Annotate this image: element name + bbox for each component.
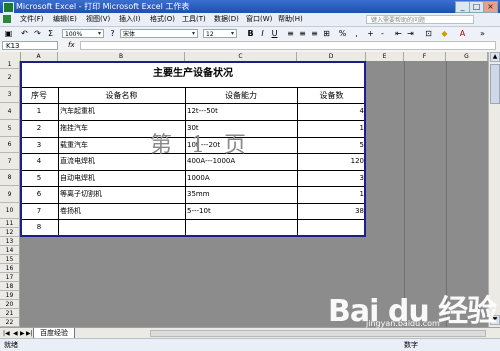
page-break-preview-area	[20, 237, 366, 327]
column-header-d[interactable]: D	[297, 52, 366, 61]
menu-insert[interactable]: 插入(I)	[119, 15, 141, 24]
row-header[interactable]: 20	[0, 300, 20, 309]
fill-color-icon[interactable]: ◆	[440, 29, 449, 38]
percent-icon[interactable]: %	[338, 29, 347, 38]
redo-icon[interactable]: ↷	[33, 29, 42, 38]
window-title: Microsoft Excel - 打印 Microsoft Excel 工作表	[16, 2, 190, 11]
menu-view[interactable]: 视图(V)	[86, 15, 110, 24]
fx-icon[interactable]: fx	[68, 41, 75, 49]
scrollbar-thumb[interactable]	[490, 64, 500, 104]
underline-icon[interactable]: U	[270, 29, 279, 38]
column-header-e[interactable]: E	[366, 52, 404, 61]
merge-center-icon[interactable]: ⊞	[322, 29, 331, 38]
chevron-down-icon: ▾	[191, 30, 195, 37]
column-header-f[interactable]: F	[404, 52, 446, 61]
align-left-icon[interactable]: ≡	[286, 29, 295, 38]
font-size-select[interactable]: 12 ▾	[203, 29, 237, 38]
italic-icon[interactable]: I	[258, 29, 267, 38]
status-bar: 就绪 数字	[0, 338, 500, 351]
prev-sheet-icon[interactable]: ◀	[13, 330, 18, 337]
font-value: 宋体	[123, 31, 136, 38]
borders-icon[interactable]: ⊡	[424, 29, 433, 38]
toolbar-options-icon[interactable]: »	[478, 29, 487, 38]
column-header-a[interactable]: A	[20, 52, 58, 61]
first-sheet-icon[interactable]: |◀	[3, 330, 10, 337]
decrease-decimal-icon[interactable]: -	[378, 29, 387, 38]
font-size-value: 12	[206, 31, 214, 38]
increase-decimal-icon[interactable]: +	[366, 29, 375, 38]
row-header[interactable]: 11	[0, 219, 20, 228]
name-box[interactable]: K13	[2, 41, 58, 50]
scroll-up-icon[interactable]: ▲	[490, 52, 500, 62]
row-header[interactable]: 6	[0, 137, 20, 153]
row-header[interactable]: 18	[0, 282, 20, 291]
comma-icon[interactable]: ,	[352, 29, 361, 38]
row-header[interactable]: 10	[0, 203, 20, 219]
font-color-icon[interactable]: A	[458, 29, 467, 38]
status-num: 数字	[404, 341, 418, 349]
row-header[interactable]: 12	[0, 228, 20, 237]
row-header[interactable]: 4	[0, 103, 20, 120]
row-header[interactable]: 19	[0, 291, 20, 300]
horizontal-scrollbar[interactable]	[150, 330, 486, 337]
row-header[interactable]: 17	[0, 273, 20, 282]
menu-tools[interactable]: 工具(T)	[182, 15, 206, 24]
column-header-b[interactable]: B	[58, 52, 185, 61]
row-header[interactable]: 14	[0, 246, 20, 255]
row-header[interactable]: 1	[0, 61, 20, 69]
row-header[interactable]: 13	[0, 237, 20, 246]
bold-icon[interactable]: B	[246, 29, 255, 38]
excel-app-icon[interactable]	[3, 2, 14, 13]
next-sheet-icon[interactable]: ▶	[20, 330, 25, 337]
row-header[interactable]: 9	[0, 186, 20, 203]
help-search-input[interactable]: 键入需要帮助的问题	[366, 15, 474, 24]
font-select[interactable]: 宋体 ▾	[120, 29, 198, 38]
menu-edit[interactable]: 编辑(E)	[53, 15, 77, 24]
minimize-button[interactable]: _	[455, 1, 470, 13]
menu-bar: 文件(F) 编辑(E) 视图(V) 插入(I) 格式(O) 工具(T) 数据(D…	[0, 13, 500, 27]
row-header[interactable]: 15	[0, 255, 20, 264]
column-header-c[interactable]: C	[185, 52, 297, 61]
row-header[interactable]: 22	[0, 318, 20, 327]
chevron-down-icon: ▾	[230, 30, 234, 37]
select-all-corner[interactable]	[0, 52, 21, 61]
zoom-value: 100%	[65, 31, 83, 38]
save-icon[interactable]: ▣	[4, 29, 13, 38]
menu-help[interactable]: 帮助(H)	[278, 15, 303, 24]
column-header-g[interactable]: G	[446, 52, 488, 61]
last-sheet-icon[interactable]: ▶|	[26, 330, 33, 337]
sum-icon[interactable]: Σ	[46, 29, 55, 38]
row-header[interactable]: 2	[0, 69, 20, 87]
row-header[interactable]: 3	[0, 87, 20, 103]
undo-icon[interactable]: ↶	[20, 29, 29, 38]
title-bar: Microsoft Excel - 打印 Microsoft Excel 工作表…	[0, 0, 500, 13]
row-header[interactable]: 7	[0, 153, 20, 170]
excel-doc-icon[interactable]	[3, 15, 11, 23]
baidu-jingyan-url: jingyan.baidu.com	[366, 319, 440, 328]
menu-format[interactable]: 格式(O)	[150, 15, 175, 24]
print-area-border	[20, 61, 366, 237]
decrease-indent-icon[interactable]: ⇤	[394, 29, 403, 38]
row-header[interactable]: 16	[0, 264, 20, 273]
close-button[interactable]: ×	[483, 1, 498, 13]
toolbar: ▣ ↶ ↷ Σ 100% ▾ ? 宋体 ▾ 12 ▾ B I U ≡ ≡ ≡ ⊞…	[0, 27, 500, 41]
zoom-select[interactable]: 100% ▾	[62, 29, 104, 38]
align-center-icon[interactable]: ≡	[298, 29, 307, 38]
menu-window[interactable]: 窗口(W)	[246, 15, 272, 24]
row-header[interactable]: 8	[0, 170, 20, 186]
increase-indent-icon[interactable]: ⇥	[406, 29, 415, 38]
status-ready: 就绪	[4, 341, 18, 349]
formula-input[interactable]	[80, 41, 496, 50]
menu-data[interactable]: 数据(D)	[214, 15, 239, 24]
align-right-icon[interactable]: ≡	[310, 29, 319, 38]
maximize-button[interactable]: □	[469, 1, 484, 13]
chevron-down-icon: ▾	[97, 30, 101, 37]
row-header[interactable]: 5	[0, 120, 20, 137]
help-icon[interactable]: ?	[108, 29, 117, 38]
row-header[interactable]: 21	[0, 309, 20, 318]
menu-file[interactable]: 文件(F)	[20, 15, 44, 24]
